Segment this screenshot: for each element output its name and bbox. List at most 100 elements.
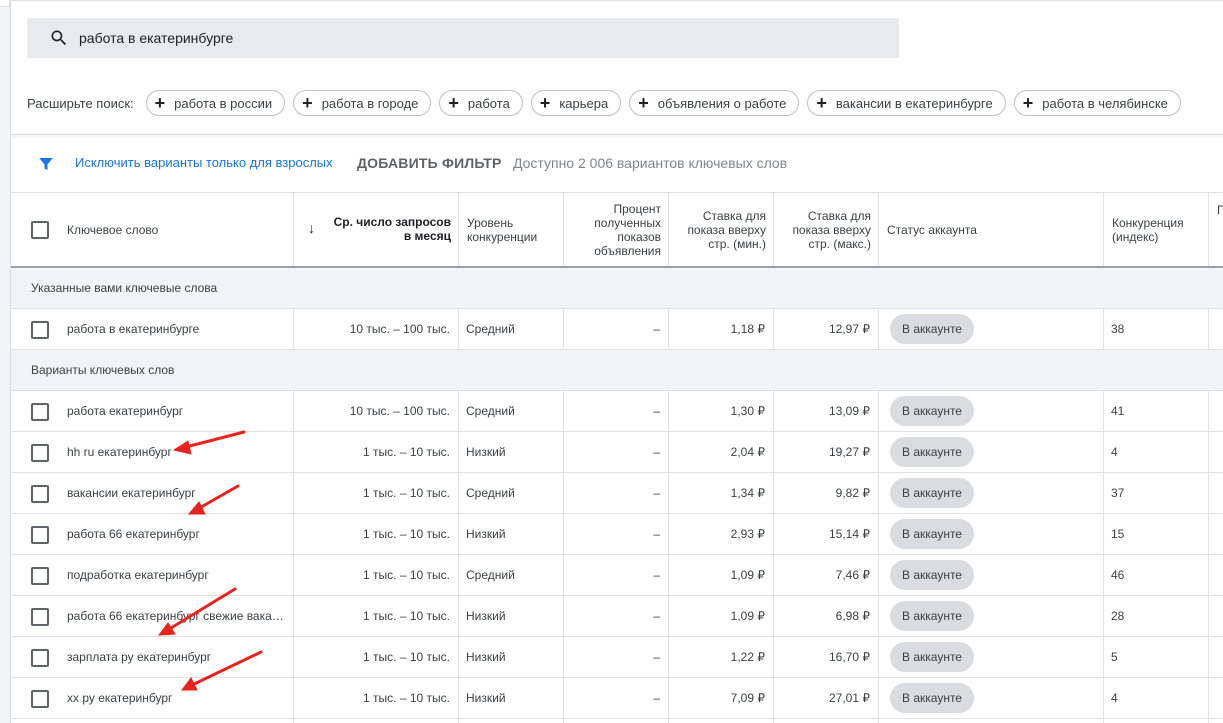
account-status-badge[interactable]: В аккаунте [890, 519, 974, 549]
bid-low-text: 2,04 ₽ [730, 445, 765, 459]
avg-searches-cell: 1 тыс. – 10 тыс. [293, 555, 458, 595]
column-header-account-status[interactable]: Статус аккаунта [879, 193, 1104, 266]
keyword-text: хх ру екатеринбург [67, 691, 173, 705]
column-divider [773, 678, 774, 718]
column-divider [458, 596, 459, 636]
table-row[interactable]: работа 66 екатеринбург 1 тыс. – 10 тыс. Ни… [11, 514, 1223, 555]
column-header-keyword[interactable]: Ключевое слово [59, 193, 293, 266]
account-status-badge[interactable]: В аккаунте [890, 437, 974, 467]
suggestion-chip[interactable]: + карьера [530, 90, 622, 116]
column-divider [1208, 637, 1209, 677]
bid-high-text: 15,14 ₽ [829, 527, 870, 541]
column-header-competition-index[interactable]: Конкуренция (индекс) [1104, 193, 1209, 266]
column-divider [1208, 309, 1209, 349]
keyword-planner-panel: Расширьте поиск: + работа в россии + работ… [10, 0, 1223, 723]
row-checkbox[interactable] [31, 444, 49, 462]
column-divider [773, 596, 774, 636]
column-divider [458, 514, 459, 554]
column-divider [668, 309, 669, 349]
row-checkbox[interactable] [31, 485, 49, 503]
suggestion-chip[interactable]: + работа в россии [145, 90, 286, 116]
bid-high-text: 19,27 ₽ [829, 445, 870, 459]
column-header-avg-searches[interactable]: ↓ Ср. число запросов в месяц [294, 193, 459, 266]
keyword-text: работа екатеринбург [67, 404, 184, 418]
keyword-text: работа 66 екатеринбург [67, 527, 200, 541]
column-divider [293, 555, 294, 595]
table-row[interactable]: зарплата ру екатеринбург 1 тыс. – 10 тыс.… [11, 637, 1223, 678]
account-status-badge[interactable]: В аккаунте [890, 560, 974, 590]
table-row-partial [11, 719, 1223, 723]
row-checkbox[interactable] [31, 526, 49, 544]
avg-searches-text: 1 тыс. – 10 тыс. [363, 691, 450, 705]
column-header-extra[interactable]: П [1209, 193, 1223, 266]
account-status-cell: В аккаунте [878, 473, 1103, 513]
column-divider [668, 596, 669, 636]
column-divider [563, 432, 564, 472]
row-checkbox[interactable] [31, 690, 49, 708]
bid-low-cell: 1,18 ₽ [668, 309, 773, 349]
search-bar[interactable] [27, 18, 899, 58]
suggestion-chip[interactable]: + работа в городе [293, 90, 432, 116]
competition-text: Низкий [466, 691, 506, 705]
competition-index-text: 15 [1111, 527, 1125, 541]
section-label: Варианты ключевых слов [31, 363, 175, 377]
column-divider [1208, 514, 1209, 554]
search-input[interactable] [79, 18, 879, 58]
table-row[interactable]: работа 66 екатеринбург свежие вака… 1 тыс… [11, 596, 1223, 637]
table-row[interactable]: работа екатеринбург 10 тыс. – 100 тыс. Сре… [11, 391, 1223, 432]
impression-share-text: – [653, 445, 660, 459]
column-divider [293, 514, 294, 554]
account-status-cell: В аккаунте [878, 432, 1103, 472]
table-row[interactable]: хх ру екатеринбург 1 тыс. – 10 тыс. Низкий… [11, 678, 1223, 719]
suggestion-chip[interactable]: + работа в челябинске [1013, 90, 1181, 116]
expand-search-bar: Расширьте поиск: + работа в россии + работ… [27, 90, 1189, 116]
row-checkbox[interactable] [31, 649, 49, 667]
table-row[interactable]: подработка екатеринбург 1 тыс. – 10 тыс. С… [11, 555, 1223, 596]
table-header: Ключевое слово ↓ Ср. число запросов в ме… [11, 192, 1223, 268]
column-header-competition[interactable]: Уровень конкуренции [459, 193, 564, 266]
keyword-text: работа 66 екатеринбург свежие вака… [67, 609, 284, 623]
impression-share-cell: – [563, 514, 668, 554]
account-status-badge[interactable]: В аккаунте [890, 683, 974, 713]
add-filter-button[interactable]: ДОБАВИТЬ ФИЛЬТР [357, 155, 502, 171]
filter-icon[interactable] [37, 155, 55, 173]
bid-high-cell: 12,97 ₽ [773, 309, 878, 349]
account-status-badge[interactable]: В аккаунте [890, 478, 974, 508]
column-divider [563, 596, 564, 636]
suggestion-chip[interactable]: + вакансии в екатеринбурге [807, 90, 1006, 116]
column-header-bid-high[interactable]: Ставка для показа вверху стр. (макс.) [774, 193, 879, 266]
suggestion-chip[interactable]: + работа [439, 90, 523, 116]
keyword-cell: hh ru екатеринбург [59, 432, 293, 472]
column-divider [1103, 473, 1104, 513]
column-divider [878, 193, 879, 266]
expand-search-label: Расширьте поиск: [27, 95, 134, 111]
table-row[interactable]: hh ru екатеринбург 1 тыс. – 10 тыс. Низкий… [11, 432, 1223, 473]
column-header-bid-low[interactable]: Ставка для показа вверху стр. (мин.) [669, 193, 774, 266]
keyword-text: hh ru екатеринбург [67, 445, 172, 459]
chip-label: работа в россии [174, 95, 273, 111]
column-divider [293, 193, 294, 266]
row-checkbox[interactable] [31, 567, 49, 585]
exclude-adult-link[interactable]: Исключить варианты только для взрослых [75, 155, 333, 170]
account-status-badge[interactable]: В аккаунте [890, 314, 974, 344]
row-checkbox[interactable] [31, 321, 49, 339]
row-checkbox[interactable] [31, 403, 49, 421]
account-status-badge[interactable]: В аккаунте [890, 396, 974, 426]
bid-low-text: 1,22 ₽ [730, 650, 765, 664]
account-status-badge[interactable]: В аккаунте [890, 601, 974, 631]
table-row[interactable]: работа в екатеринбурге 10 тыс. – 100 тыс.… [11, 309, 1223, 350]
bid-low-cell: 1,34 ₽ [668, 473, 773, 513]
suggestion-chip[interactable]: + объявления о работе [629, 90, 800, 116]
table-row[interactable]: вакансии екатеринбург 1 тыс. – 10 тыс. Сре… [11, 473, 1223, 514]
row-checkbox[interactable] [31, 608, 49, 626]
column-divider [293, 473, 294, 513]
account-status-badge[interactable]: В аккаунте [890, 642, 974, 672]
column-divider [1103, 555, 1104, 595]
chip-label: работа [467, 95, 510, 111]
column-divider [293, 432, 294, 472]
keyword-cell: работа 66 екатеринбург свежие вака… [59, 596, 293, 636]
bid-high-text: 27,01 ₽ [829, 691, 870, 705]
column-header-impression-share[interactable]: Процент полученных показов объявления [564, 193, 669, 266]
keyword-text: зарплата ру екатеринбург [67, 650, 212, 664]
select-all-checkbox[interactable] [31, 221, 49, 239]
